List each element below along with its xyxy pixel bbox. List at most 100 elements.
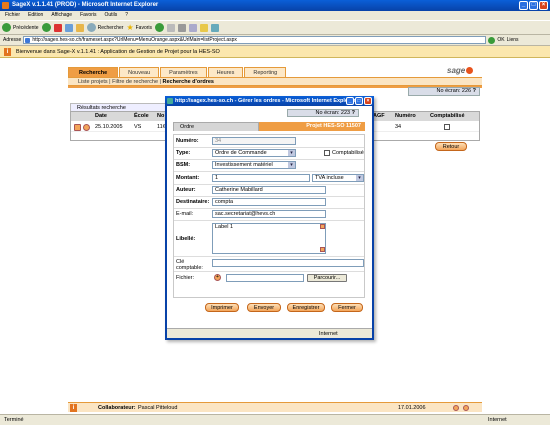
favorites-label: Favoris bbox=[135, 24, 153, 31]
cle-input[interactable] bbox=[212, 259, 364, 267]
menu-outils[interactable]: Outils bbox=[104, 11, 117, 20]
address-bar: Adresse http://sagex.hes-so.ch/frameset.… bbox=[0, 35, 550, 46]
menu-affichage[interactable]: Affichage bbox=[51, 11, 72, 20]
type-select[interactable]: Ordre de Commande bbox=[212, 149, 296, 157]
tab-nouveau[interactable]: Nouveau bbox=[119, 67, 160, 77]
print-button[interactable] bbox=[178, 23, 187, 32]
comptabilise-checkbox[interactable] bbox=[444, 124, 450, 130]
logo-x-icon bbox=[466, 67, 474, 75]
montant-label: Montant: bbox=[176, 175, 200, 181]
sub-navigation: Liste projets | Filtre de recherche | Re… bbox=[68, 77, 482, 86]
destinataire-label: Destinataire: bbox=[176, 199, 210, 205]
edit-button[interactable] bbox=[189, 23, 198, 32]
footer-icon-1[interactable] bbox=[453, 405, 459, 411]
info-text: Bienvenue dans Sage-X v.1.1.41 : Applica… bbox=[16, 49, 220, 55]
scroll-up-icon[interactable] bbox=[320, 224, 325, 229]
maximize-button[interactable]: □ bbox=[529, 1, 538, 10]
menu-favoris[interactable]: Favoris bbox=[80, 11, 96, 20]
montant-input[interactable]: 1 bbox=[212, 174, 310, 182]
destinataire-input[interactable]: compta bbox=[212, 198, 326, 206]
collaborateur-name: Pascal Pitteloud bbox=[138, 405, 178, 411]
email-input[interactable]: sac.secretariat@hevs.ch bbox=[212, 210, 326, 218]
tva-select[interactable]: TVA incluse bbox=[312, 174, 364, 182]
libelle-textarea[interactable]: Label 1 bbox=[212, 223, 326, 254]
links-button[interactable]: Liens bbox=[507, 37, 519, 43]
ordre-form: Numéro: 34 Type: Ordre de Commande Compt… bbox=[173, 134, 365, 298]
fichier-input[interactable] bbox=[226, 274, 304, 282]
comptabilise-checkbox[interactable] bbox=[324, 150, 330, 156]
auteur-input[interactable]: Catherine Mabillard bbox=[212, 186, 326, 194]
enregistrer-button[interactable]: Enregistrer bbox=[287, 303, 325, 312]
bsm-select[interactable]: Investissement matériel bbox=[212, 161, 296, 169]
parcourir-button[interactable]: Parcourir... bbox=[307, 274, 347, 282]
home-button[interactable] bbox=[75, 23, 84, 32]
col-numero: Numéro bbox=[395, 113, 416, 119]
tab-heures[interactable]: Heures bbox=[207, 67, 244, 77]
divider bbox=[174, 184, 364, 185]
scroll-down-icon[interactable] bbox=[320, 247, 325, 252]
popup-zone-text: Internet bbox=[319, 331, 338, 337]
stop-button[interactable] bbox=[53, 23, 62, 32]
footer-icon-2[interactable] bbox=[463, 405, 469, 411]
mail-button[interactable] bbox=[167, 23, 176, 32]
popup-screen-number: No écran: 223 ? bbox=[287, 109, 359, 117]
popup-maximize-button[interactable]: □ bbox=[355, 97, 363, 105]
add-file-icon[interactable]: + bbox=[214, 274, 221, 281]
menu-fichier[interactable]: Fichier bbox=[5, 11, 20, 20]
go-button[interactable]: OK bbox=[497, 37, 504, 43]
edit-icon[interactable] bbox=[74, 124, 81, 131]
popup-title-bar: http://sagex.hes-so.ch - Gérer les ordre… bbox=[165, 96, 374, 106]
menu-edition[interactable]: Edition bbox=[28, 11, 43, 20]
divider bbox=[174, 147, 364, 148]
refresh-button[interactable] bbox=[64, 23, 73, 32]
collaborateur-label: Collaborateur: bbox=[98, 405, 136, 411]
retour-button[interactable]: Retour bbox=[435, 142, 467, 151]
search-label: Rechercher bbox=[97, 24, 124, 31]
popup-help-icon[interactable]: ? bbox=[352, 110, 355, 116]
history-button[interactable] bbox=[155, 23, 165, 32]
envoyer-button[interactable]: Envoyer bbox=[247, 303, 281, 312]
popup-window: http://sagex.hes-so.ch - Gérer les ordre… bbox=[165, 96, 374, 340]
popup-close-button[interactable]: × bbox=[364, 97, 372, 105]
forward-button[interactable] bbox=[41, 23, 51, 32]
popup-tabs: Ordre Projet HES-SO 11507 bbox=[173, 122, 365, 131]
back-button[interactable]: Précédente bbox=[2, 23, 39, 32]
messenger-button[interactable] bbox=[211, 23, 220, 32]
tab-reporting[interactable]: Reporting bbox=[244, 67, 287, 77]
minimize-button[interactable]: _ bbox=[519, 1, 528, 10]
numero-field: 34 bbox=[212, 137, 296, 145]
favorites-button[interactable]: ★ Favoris bbox=[126, 23, 152, 32]
url-input[interactable]: http://sagex.hes-so.ch/frameset.aspx?Url… bbox=[23, 36, 487, 44]
popup-minimize-button[interactable]: _ bbox=[346, 97, 354, 105]
close-button[interactable]: × bbox=[539, 1, 548, 10]
tab-parametres[interactable]: Paramètres bbox=[160, 67, 207, 77]
divider bbox=[174, 271, 364, 272]
menu-help[interactable]: ? bbox=[125, 11, 128, 20]
status-bar: Terminé Internet bbox=[0, 414, 550, 425]
divider bbox=[174, 208, 364, 209]
menu-bar: Fichier Edition Affichage Favoris Outils… bbox=[0, 11, 550, 20]
screen-number-text: No écran: 226 bbox=[436, 88, 472, 94]
popup-screen-number-text: No écran: 223 bbox=[315, 110, 351, 116]
results-title: Résultats recherche bbox=[70, 103, 172, 111]
col-agf: AGF bbox=[373, 113, 385, 119]
search-button[interactable]: Rechercher bbox=[86, 23, 124, 32]
view-icon[interactable] bbox=[83, 124, 90, 131]
tab-recherche[interactable]: Recherche bbox=[68, 67, 119, 77]
imprimer-button[interactable]: Imprimer bbox=[205, 303, 239, 312]
tab-projet[interactable]: Projet HES-SO 11507 bbox=[259, 122, 365, 131]
sage-logo: sage bbox=[447, 66, 474, 75]
email-label: E-mail: bbox=[176, 211, 194, 217]
folder-button[interactable] bbox=[200, 23, 209, 32]
subnav-filtre[interactable]: Filtre de recherche bbox=[112, 79, 158, 85]
subnav-liste-projets[interactable]: Liste projets bbox=[78, 79, 108, 85]
info-bar: i Bienvenue dans Sage-X v.1.1.41 : Appli… bbox=[0, 46, 550, 58]
screen-number: No écran: 226 ? bbox=[408, 87, 480, 96]
fermer-button[interactable]: Fermer bbox=[331, 303, 363, 312]
go-arrow-icon[interactable] bbox=[488, 36, 496, 44]
star-icon: ★ bbox=[126, 23, 134, 32]
app-footer: i Collaborateur: Pascal Pitteloud 17.01.… bbox=[68, 402, 482, 412]
tab-ordre[interactable]: Ordre bbox=[173, 122, 259, 131]
help-icon[interactable]: ? bbox=[473, 88, 476, 94]
col-no: No bbox=[157, 113, 165, 119]
